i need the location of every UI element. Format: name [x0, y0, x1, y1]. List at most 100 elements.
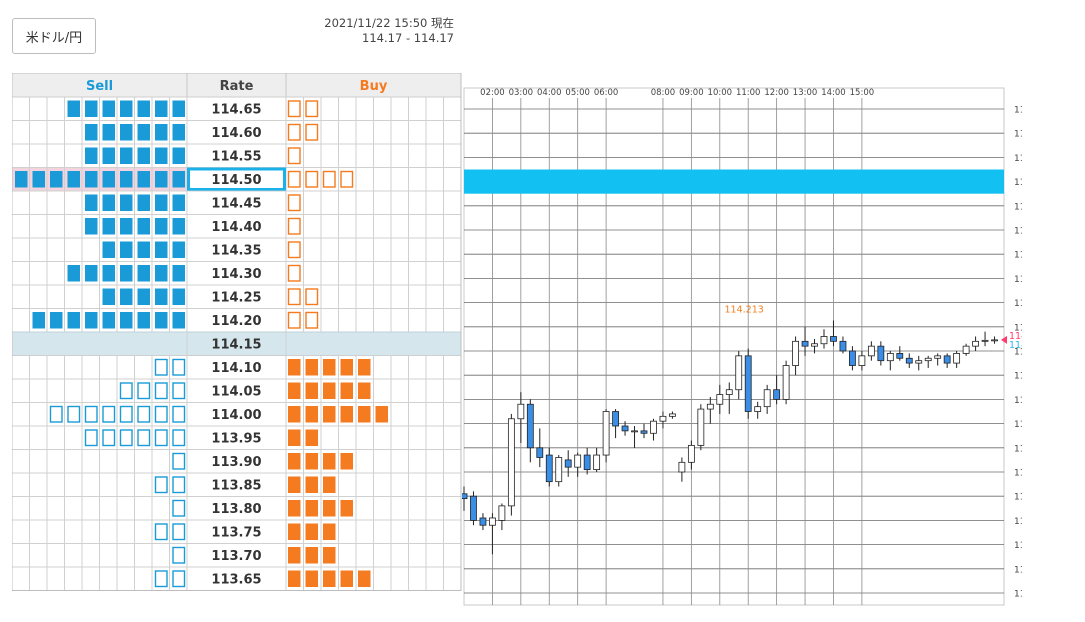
sell-grid-cell — [99, 449, 118, 474]
candle-body — [782, 365, 790, 400]
candle-body — [706, 403, 714, 410]
buy-order-block — [305, 123, 319, 141]
x-tick-label: 10:00 — [708, 88, 733, 98]
sell-grid-cell — [116, 472, 135, 497]
currency-pair-button[interactable]: 米ドル/円 — [12, 18, 96, 54]
buy-grid-cell — [408, 402, 427, 427]
rate-value: 114.30 — [211, 267, 261, 282]
buy-order-block — [305, 429, 318, 446]
buy-grid-cell — [373, 519, 392, 544]
book-row[interactable]: 113.80 — [12, 496, 462, 521]
sell-grid-cell — [46, 143, 65, 168]
buy-grid-cell — [373, 543, 392, 568]
book-row[interactable]: 113.70 — [12, 543, 462, 568]
book-row[interactable]: 114.35 — [12, 237, 462, 262]
sell-order-block — [172, 570, 186, 588]
sell-grid-cell — [12, 543, 30, 568]
y-tick-label: 113.950 — [1014, 444, 1022, 454]
sell-grid-cell — [64, 378, 83, 403]
buy-grid-cell — [303, 261, 322, 286]
candle-body — [877, 345, 885, 362]
sell-grid-cell — [64, 566, 83, 591]
book-row[interactable]: 114.65 — [12, 96, 462, 121]
book-row[interactable]: 114.05 — [12, 378, 462, 403]
candle-body — [744, 355, 752, 412]
sell-grid-cell — [46, 284, 65, 309]
buy-grid-cell — [373, 378, 392, 403]
buy-grid-cell — [408, 167, 427, 192]
book-row[interactable]: 114.25 — [12, 284, 462, 309]
rate-value: 114.65 — [211, 103, 261, 118]
candle-body — [716, 394, 724, 405]
buy-grid-cell — [425, 402, 444, 427]
candle-body — [763, 389, 771, 408]
buy-grid-cell — [408, 543, 427, 568]
buy-order-block — [323, 523, 336, 540]
sell-order-block — [155, 218, 168, 235]
book-row[interactable]: 114.10 — [12, 355, 462, 380]
sell-grid-cell — [64, 543, 83, 568]
x-tick-label: 06:00 — [594, 88, 619, 98]
book-row[interactable]: 114.00 — [12, 402, 462, 427]
candlestick-chart: 114.650 114.600 114.550 114.500 114.450 114.4… — [462, 87, 1022, 606]
candle-body — [924, 357, 932, 362]
sell-grid-cell — [12, 190, 30, 215]
buy-grid-cell — [390, 472, 409, 497]
buy-grid-cell — [355, 261, 374, 286]
buy-order-block — [288, 406, 301, 423]
buy-grid-cell — [373, 261, 392, 286]
sell-order-block — [155, 171, 168, 188]
timestamp-datetime: 2021/11/22 15:50 現在 — [324, 16, 454, 30]
sell-order-block — [172, 194, 185, 211]
book-row[interactable]: 113.75 — [12, 519, 462, 544]
buy-order-block — [305, 382, 318, 399]
buy-grid-cell — [408, 120, 427, 145]
buy-grid-cell — [425, 284, 444, 309]
buy-grid-cell — [390, 496, 409, 521]
buy-grid-cell — [355, 496, 374, 521]
buy-grid-cell — [373, 496, 392, 521]
buy-grid-cell — [373, 566, 392, 591]
buy-order-block — [305, 500, 318, 517]
sell-order-block — [172, 100, 185, 117]
sell-order-block — [102, 405, 116, 423]
sell-grid-cell — [81, 237, 100, 262]
book-row[interactable]: 114.45 — [12, 190, 462, 215]
buy-order-block — [305, 523, 318, 540]
book-row[interactable]: 114.15 — [12, 331, 462, 356]
sell-grid-cell — [29, 425, 48, 450]
rate-band — [464, 169, 1004, 194]
sell-grid-cell — [99, 496, 118, 521]
x-tick-label: 02:00 — [480, 88, 505, 98]
candle-body — [631, 430, 638, 433]
sell-order-block — [137, 218, 150, 235]
sell-grid-cell — [46, 190, 65, 215]
candle-body — [943, 355, 951, 364]
book-row[interactable]: 113.95 — [12, 425, 462, 450]
buy-order-block — [340, 453, 353, 470]
book-row[interactable]: 114.60 — [12, 120, 462, 145]
buy-grid-cell — [338, 190, 357, 215]
buy-grid-cell — [425, 143, 444, 168]
buy-order-block — [287, 100, 301, 118]
buy-grid-cell — [373, 425, 392, 450]
book-row[interactable]: 114.30 — [12, 261, 462, 286]
buy-order-block — [340, 570, 353, 587]
book-row[interactable]: 114.50 — [12, 167, 462, 192]
candle-body — [470, 495, 477, 521]
book-row[interactable]: 113.90 — [12, 449, 462, 474]
book-row[interactable]: 114.20 — [12, 308, 462, 333]
sell-grid-cell — [151, 496, 170, 521]
sell-grid-cell — [29, 190, 48, 215]
book-row[interactable]: 114.40 — [12, 214, 462, 239]
book-row[interactable]: 113.85 — [12, 472, 462, 497]
book-row[interactable]: 113.65 — [12, 566, 462, 591]
book-row[interactable]: 114.55 — [12, 143, 462, 168]
buy-order-block — [305, 476, 318, 493]
buy-grid-cell — [425, 190, 444, 215]
buy-grid-cell — [390, 543, 409, 568]
sell-order-block — [172, 218, 185, 235]
sell-grid-cell — [29, 449, 48, 474]
sell-order-block — [155, 147, 168, 164]
sell-grid-cell — [46, 378, 65, 403]
